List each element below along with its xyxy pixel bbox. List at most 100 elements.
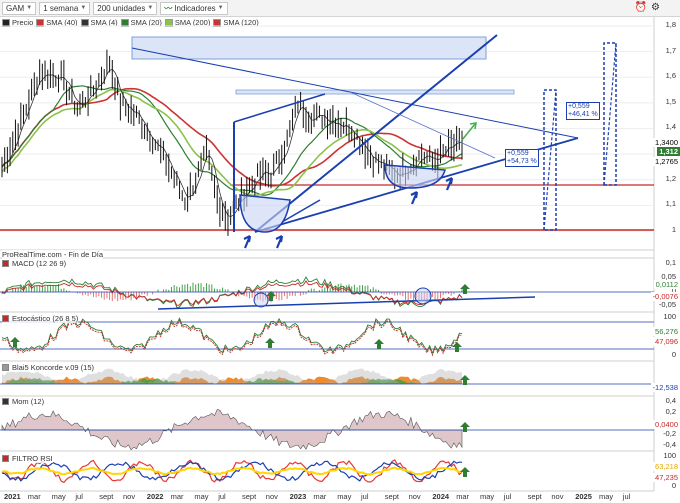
axis-tick-label: 0,4 bbox=[665, 396, 676, 405]
price-axis: 1,81,71,61,51,41,31,21,11 bbox=[654, 0, 680, 250]
time-axis: 2021 mar may jul sept nov 2022 mar may jul sept nov… bbox=[0, 491, 654, 503]
rsi-filter-axis: 100 0 bbox=[654, 451, 680, 491]
source-label: ProRealTime.com - Fin de Día bbox=[2, 250, 104, 259]
time-tick-label: sept bbox=[99, 492, 114, 501]
axis-tick-label: 100 bbox=[663, 451, 676, 460]
time-tick-label: jul bbox=[622, 492, 631, 501]
momentum-value: 0,0400 bbox=[653, 420, 680, 429]
green-up-arrow-icon bbox=[10, 337, 20, 347]
price-pane bbox=[0, 25, 654, 249]
resistance-zone-thin bbox=[235, 89, 515, 95]
projection-diagonal-2 bbox=[603, 42, 617, 186]
macd-circle-1 bbox=[253, 292, 269, 308]
checkbox-icon bbox=[2, 455, 9, 462]
channel-upper-line bbox=[254, 34, 498, 233]
time-tick-label: 2024 bbox=[432, 492, 450, 501]
green-trend-arrow-icon bbox=[461, 123, 476, 141]
checkbox-icon bbox=[2, 398, 9, 405]
axis-tick-label: 0,1 bbox=[665, 258, 676, 267]
stochastic-pane bbox=[0, 317, 654, 357]
time-tick-label: sept bbox=[242, 492, 257, 501]
time-tick-label: nov bbox=[408, 492, 421, 501]
stochastic-value-2: 47,096 bbox=[653, 337, 680, 346]
gain-annotation-2: +0,559 +54,73 % bbox=[505, 149, 539, 167]
close-price-tag: 1,312 bbox=[657, 147, 680, 156]
time-tick-label: nov bbox=[123, 492, 136, 501]
checkbox-icon bbox=[2, 364, 9, 371]
koncorde-value: -12,538 bbox=[650, 383, 680, 392]
stochastic-axis: 100 0 bbox=[654, 312, 680, 360]
axis-tick-label: 0 bbox=[671, 350, 676, 359]
last-price-tag: 1,3400 bbox=[653, 138, 680, 147]
rsi-filter-label-text: FILTRO RSI bbox=[12, 454, 53, 463]
rsi-filter-pane bbox=[1, 459, 470, 484]
blue-arrow-icon bbox=[445, 177, 454, 191]
time-tick-label: mar bbox=[170, 492, 184, 501]
price-tick-label: 1,4 bbox=[665, 122, 676, 132]
macd-trendline bbox=[157, 296, 536, 310]
time-tick-label: mar bbox=[27, 492, 41, 501]
blue-arrow-icon bbox=[275, 235, 284, 249]
time-tick-label: mar bbox=[456, 492, 470, 501]
time-tick-label: 2025 bbox=[575, 492, 592, 501]
koncorde-pane bbox=[0, 368, 654, 385]
macd-label[interactable]: MACD (12 26 9) bbox=[2, 259, 67, 268]
time-tick-label: sept bbox=[527, 492, 542, 501]
blue-arrow-icon bbox=[243, 235, 252, 249]
time-tick-label: 2021 bbox=[4, 492, 21, 501]
time-tick-label: may bbox=[480, 492, 495, 501]
time-tick-label: may bbox=[599, 492, 614, 501]
time-tick-label: jul bbox=[503, 492, 512, 501]
bottom-zone-1 bbox=[239, 194, 291, 233]
green-up-arrow-icon bbox=[374, 339, 384, 349]
stochastic-label[interactable]: Estocástico (26 8 5) bbox=[2, 314, 79, 323]
axis-tick-label: 0 bbox=[671, 481, 676, 490]
green-up-arrow-icon bbox=[265, 338, 275, 348]
checkbox-icon bbox=[2, 315, 9, 322]
momentum-pane bbox=[0, 409, 654, 451]
gain-annotation-1: +0,559 +46,41 % bbox=[566, 102, 600, 120]
green-up-arrow-icon bbox=[460, 467, 470, 477]
price-tick-label: 1,6 bbox=[665, 71, 676, 81]
projection-diagonal-1 bbox=[543, 89, 557, 231]
gain-annotation-2-percent: +54,73 % bbox=[507, 158, 537, 165]
price-tick-label: 1,2 bbox=[665, 173, 676, 183]
rsi-filter-label[interactable]: FILTRO RSI bbox=[2, 454, 53, 463]
macd-circle-2 bbox=[414, 287, 432, 305]
rsi-value-1: 63,218 bbox=[653, 462, 680, 471]
price-tick-label: 1,8 bbox=[665, 20, 676, 29]
time-tick-label: jul bbox=[361, 492, 369, 501]
rsi-value-2: 47,235 bbox=[653, 473, 680, 482]
momentum-label[interactable]: Mom (12) bbox=[2, 397, 45, 406]
time-tick-label: mar bbox=[313, 492, 327, 501]
axis-tick-label: -0,05 bbox=[658, 300, 676, 309]
price-tick-label: 1,7 bbox=[665, 45, 676, 55]
time-tick-label: sept bbox=[384, 492, 399, 501]
koncorde-label[interactable]: Blai5 Koncorde v.09 (15) bbox=[2, 363, 94, 372]
koncorde-label-text: Blai5 Koncorde v.09 (15) bbox=[12, 363, 94, 372]
time-tick-label: may bbox=[337, 492, 352, 501]
axis-tick-label: 100 bbox=[663, 312, 676, 321]
price-tick-label: 1 bbox=[671, 224, 676, 234]
time-tick-label: 2023 bbox=[289, 492, 307, 501]
axis-tick-label: 0,2 bbox=[665, 407, 676, 416]
green-up-arrow-icon bbox=[460, 284, 470, 294]
axis-tick-label: -0,4 bbox=[663, 440, 676, 449]
resistance-zone-box bbox=[131, 36, 487, 60]
time-tick-label: jul bbox=[218, 492, 226, 501]
time-tick-label: nov bbox=[265, 492, 278, 501]
price-tick-label: 1,5 bbox=[665, 96, 676, 106]
macd-value-1: 0,0112 bbox=[653, 280, 680, 289]
time-tick-label: 2022 bbox=[146, 492, 164, 501]
time-tick-label: may bbox=[194, 492, 209, 501]
time-tick-label: nov bbox=[551, 492, 564, 501]
checkbox-icon bbox=[2, 260, 9, 267]
gain-annotation-1-value: +0,559 bbox=[568, 103, 590, 110]
time-tick-label: jul bbox=[75, 492, 83, 501]
macd-pane bbox=[0, 276, 654, 310]
stochastic-value-1: 56,276 bbox=[653, 327, 680, 336]
gain-annotation-2-value: +0,559 bbox=[507, 150, 529, 157]
macd-label-text: MACD (12 26 9) bbox=[12, 259, 67, 268]
macd-value-2: -0,0076 bbox=[650, 292, 680, 301]
low-price-tag: 1,2765 bbox=[653, 157, 680, 166]
